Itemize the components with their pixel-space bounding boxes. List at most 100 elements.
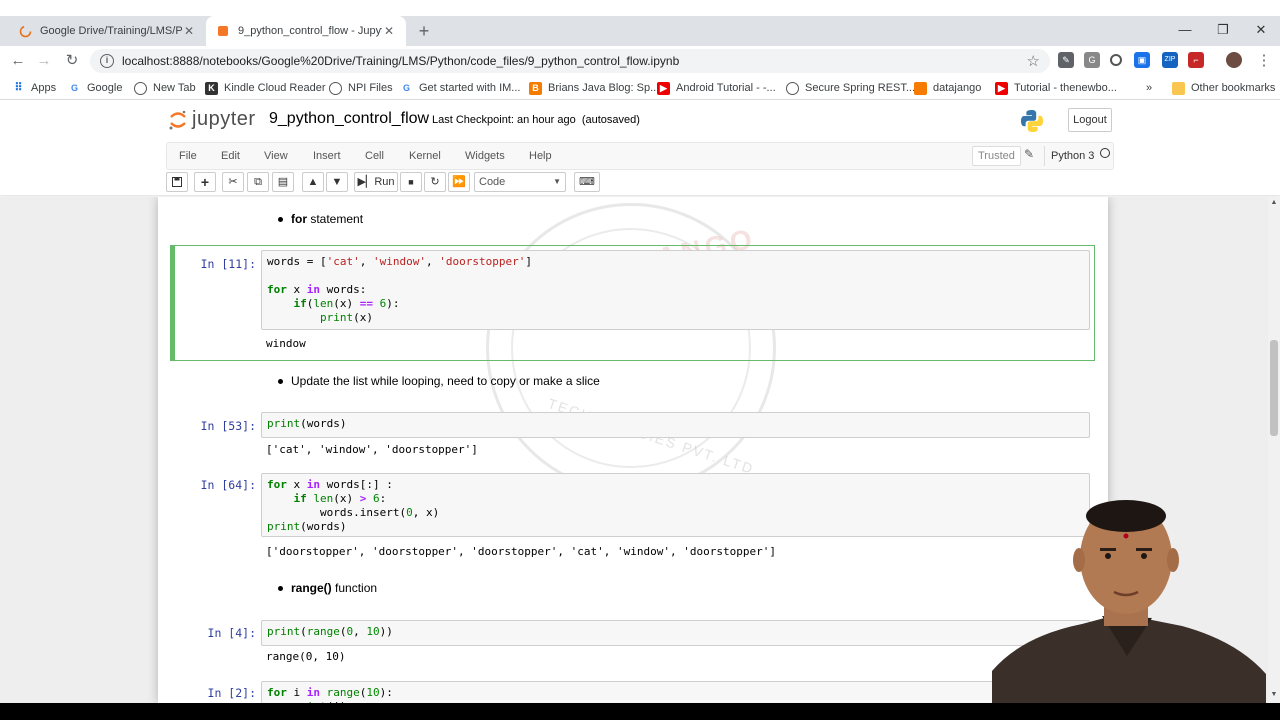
code-input[interactable]: print(range(0, 10)) [261, 620, 1090, 646]
bookmark-label: Google [87, 82, 123, 94]
markdown-range-function: range() function [278, 581, 377, 595]
eyedropper-icon[interactable]: ✎ [1058, 52, 1074, 68]
bookmark-apps[interactable]: ⠿ Apps [12, 80, 56, 96]
address-toolbar: ← → ↻ i localhost:8888/notebooks/Google%… [0, 46, 1280, 76]
markdown-for-statement: for statement [278, 212, 363, 226]
bookmark-new-tab[interactable]: New Tab [134, 80, 196, 96]
close-icon[interactable]: ✕ [182, 24, 196, 38]
code-input[interactable]: for x in words[:] : if len(x) > 6: words… [261, 473, 1090, 537]
bookmark-kindle[interactable]: K Kindle Cloud Reader [205, 80, 326, 96]
cut-icon[interactable]: ✂ [222, 172, 244, 192]
code-input[interactable]: print(words) [261, 412, 1090, 438]
bookmark-label: Other bookmarks [1191, 82, 1276, 94]
kernel-name[interactable]: Python 3 [1044, 146, 1094, 166]
python-logo-icon [1020, 109, 1044, 133]
code-text: print(words) [267, 417, 347, 430]
move-up-icon[interactable]: ▲ [302, 172, 324, 192]
globe-icon [786, 81, 799, 95]
menu-edit[interactable]: Edit [221, 143, 240, 169]
cell-output: range(0, 10) [266, 650, 346, 663]
bookmark-android[interactable]: ▶ Android Tutorial - -... [657, 80, 776, 96]
back-icon[interactable]: ← [6, 49, 30, 73]
trusted-indicator[interactable]: Trusted [972, 146, 1021, 166]
bookmark-label: NPI Files [348, 82, 393, 94]
run-button[interactable]: ▶▏Run [354, 172, 398, 192]
bookmark-datajango[interactable]: datajango [914, 80, 981, 96]
bookmark-thenewboston[interactable]: ▶ Tutorial - thenewbo... [995, 80, 1117, 96]
bookmark-spring[interactable]: Secure Spring REST... [786, 80, 915, 96]
scroll-down-icon[interactable]: ▼ [1268, 691, 1280, 698]
globe-icon [134, 81, 147, 95]
profile-avatar[interactable] [1226, 52, 1242, 68]
extension-zip-icon[interactable]: ZIP [1162, 52, 1178, 68]
menu-kernel[interactable]: Kernel [409, 143, 441, 169]
menu-insert[interactable]: Insert [313, 143, 341, 169]
bookmark-label: Apps [31, 82, 57, 94]
move-down-icon[interactable]: ▼ [326, 172, 348, 192]
tab-google-drive[interactable]: Google Drive/Training/LMS/Pytho ✕ [8, 16, 206, 46]
extension-circle-icon[interactable] [1110, 54, 1122, 66]
info-icon[interactable]: i [100, 54, 114, 68]
menu-icon[interactable]: ⋮ [1252, 49, 1276, 73]
bookmarks-bar: ⠿ Apps G Google New Tab K Kindle Cloud R… [0, 76, 1280, 100]
extension-pdf-icon[interactable]: ⌐ [1188, 52, 1204, 68]
loading-icon [18, 24, 32, 38]
cell-type-select[interactable]: Code ▼ [474, 172, 566, 192]
other-bookmarks[interactable]: Other bookmarks [1172, 80, 1275, 96]
scroll-up-icon[interactable]: ▲ [1268, 199, 1280, 206]
logout-button[interactable]: Logout [1068, 108, 1112, 132]
google-icon: G [400, 81, 413, 95]
save-icon[interactable] [166, 172, 188, 192]
interrupt-icon[interactable]: ■ [400, 172, 422, 192]
jupyter-wordmark: jupyter [192, 108, 256, 130]
bookmark-brians-blog[interactable]: B Brians Java Blog: Sp... [529, 80, 659, 96]
code-text: words = ['cat', 'window', 'doorstopper']… [267, 255, 532, 324]
code-input[interactable]: for i in range(10): print(i) [261, 681, 1090, 703]
paste-icon[interactable]: ▤ [272, 172, 294, 192]
menu-file[interactable]: File [179, 143, 197, 169]
window-close-icon[interactable]: ✕ [1242, 16, 1280, 46]
jupyter-logo[interactable]: jupyter [168, 108, 256, 131]
page-scrollbar[interactable]: ▲ ▼ [1268, 197, 1280, 703]
markdown-update-list: Update the list while looping, need to c… [278, 374, 600, 388]
forward-icon[interactable]: → [32, 49, 56, 73]
input-prompt: In [4]: [207, 626, 256, 640]
restore-icon[interactable]: ❐ [1204, 16, 1242, 46]
address-bar[interactable]: i localhost:8888/notebooks/Google%20Driv… [90, 49, 1050, 73]
minimize-icon[interactable]: — [1166, 16, 1204, 46]
jupyter-logo-icon [168, 109, 188, 131]
tab-jupyter[interactable]: 9_python_control_flow - Jupyter ✕ [206, 16, 406, 46]
bookmark-star-icon[interactable]: ☆ [1027, 52, 1040, 70]
bookmark-get-started[interactable]: G Get started with IM... [400, 80, 520, 96]
globe-icon [329, 81, 342, 95]
md-text: Update the list while looping, need to c… [291, 374, 600, 388]
new-tab-button[interactable]: + [414, 16, 434, 46]
reload-icon[interactable]: ↻ [60, 49, 84, 73]
checkpoint-status: Last Checkpoint: an hour ago (autosaved) [432, 114, 640, 126]
extension-g-icon[interactable]: G [1084, 52, 1100, 68]
restart-icon[interactable]: ↻ [424, 172, 446, 192]
copy-icon[interactable]: ⧉ [247, 172, 269, 192]
notebook-title[interactable]: 9_python_control_flow [269, 110, 429, 128]
more-bookmarks-button[interactable]: » [1146, 80, 1152, 96]
url-text: localhost:8888/notebooks/Google%20Drive/… [122, 54, 680, 68]
menu-view[interactable]: View [264, 143, 288, 169]
md-text: function [331, 581, 378, 595]
code-input[interactable]: words = ['cat', 'window', 'doorstopper']… [261, 250, 1090, 330]
bookmark-label: Brians Java Blog: Sp... [548, 82, 660, 94]
bookmark-npi[interactable]: NPI Files [329, 80, 393, 96]
scrollbar-thumb[interactable] [1270, 340, 1278, 436]
menu-cell[interactable]: Cell [365, 143, 384, 169]
bookmark-google[interactable]: G Google [68, 80, 122, 96]
restart-run-all-icon[interactable]: ⏩ [448, 172, 470, 192]
close-icon[interactable]: ✕ [382, 24, 396, 38]
menu-widgets[interactable]: Widgets [465, 143, 505, 169]
input-prompt: In [11]: [200, 257, 256, 271]
bookmark-label: Get started with IM... [419, 82, 521, 94]
command-palette-icon[interactable]: ⌨ [574, 172, 600, 192]
add-cell-icon[interactable]: + [194, 172, 216, 192]
extension-new-icon[interactable]: ▣ [1134, 52, 1150, 68]
menu-help[interactable]: Help [529, 143, 552, 169]
bullet [278, 586, 283, 592]
kindle-icon: K [205, 81, 218, 95]
